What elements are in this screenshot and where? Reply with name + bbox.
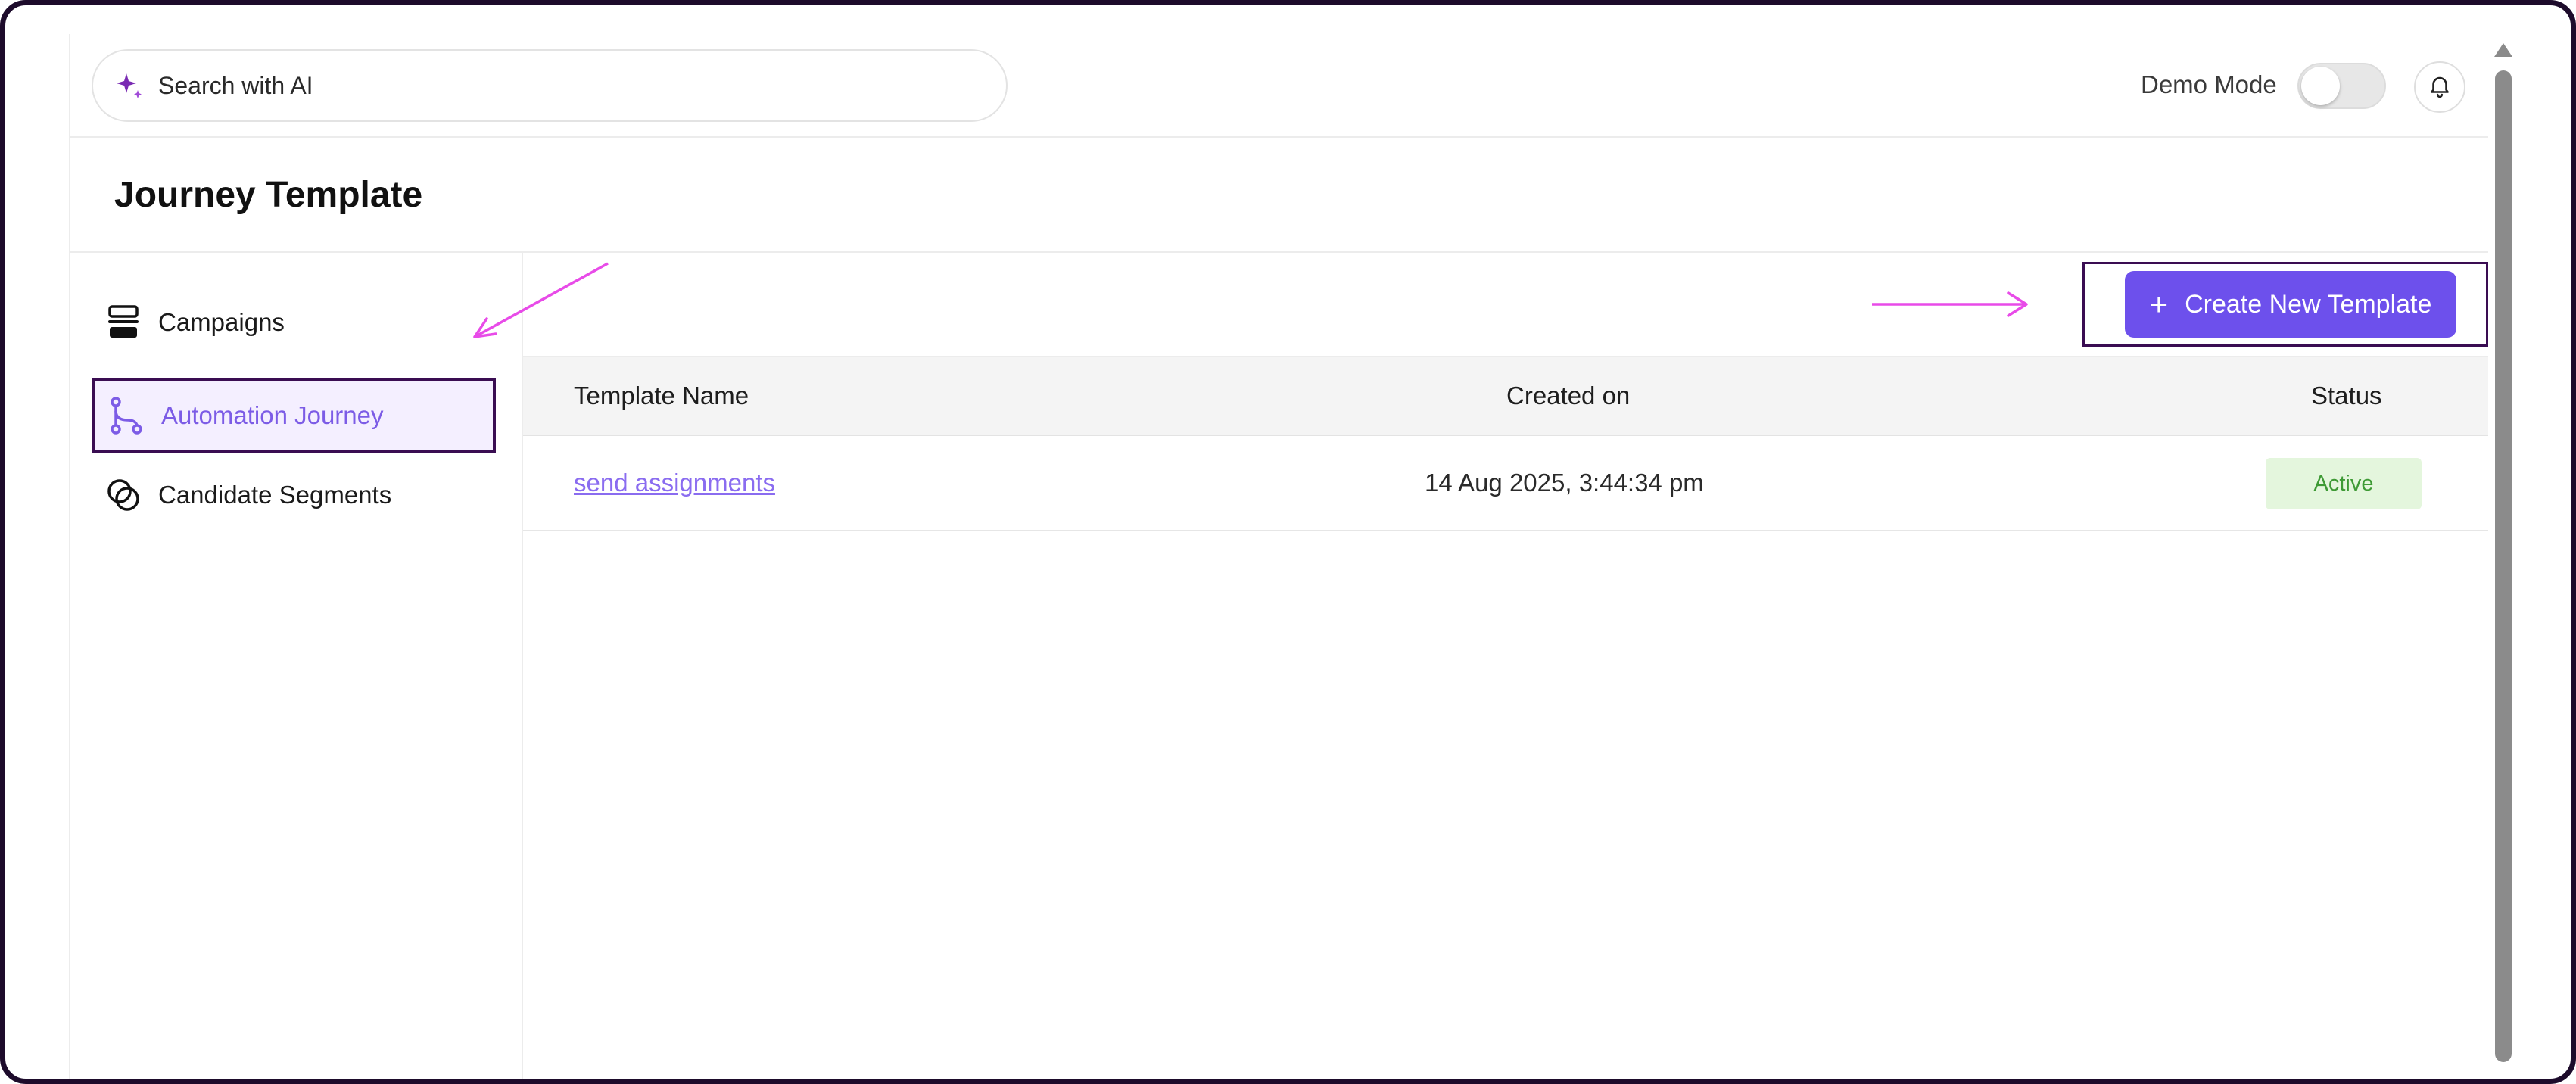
sidebar-item-label: Candidate Segments — [158, 481, 392, 509]
annotation-arrow-right — [1872, 291, 2028, 317]
sidebar-item-candidate-segments[interactable]: Candidate Segments — [92, 457, 496, 533]
toggle-knob — [2301, 67, 2340, 105]
column-header-template-name: Template Name — [574, 382, 749, 410]
sidebar-item-label: Automation Journey — [161, 401, 384, 429]
column-header-created-on: Created on — [1506, 382, 1631, 410]
plus-icon: + — [2149, 286, 2169, 322]
sidebar-item-automation-journey[interactable]: Automation Journey — [92, 378, 496, 453]
segments-icon — [105, 477, 142, 513]
status-badge: Active — [2266, 458, 2422, 509]
page-title: Journey Template — [114, 175, 423, 215]
create-new-template-button[interactable]: + Create New Template — [2125, 271, 2456, 338]
column-header-status: Status — [2311, 382, 2382, 410]
annotation-arrow-left — [473, 262, 609, 338]
created-on-cell: 14 Aug 2025, 3:44:34 pm — [1425, 469, 1704, 497]
main-content: + Create New Template Template Name Crea… — [523, 253, 2488, 1079]
app-container: Search with AI Demo Mode Journey Templat… — [69, 34, 2488, 1079]
campaigns-icon — [105, 304, 142, 341]
demo-mode-toggle[interactable] — [2297, 63, 2386, 109]
demo-mode-label: Demo Mode — [2141, 70, 2277, 98]
search-placeholder: Search with AI — [158, 71, 313, 99]
table-header: Template Name Created on Status — [523, 356, 2488, 436]
top-bar: Search with AI Demo Mode — [70, 34, 2488, 138]
ai-search-bar[interactable]: Search with AI — [92, 49, 1008, 122]
page-header: Journey Template — [70, 138, 2488, 253]
window-frame: Search with AI Demo Mode Journey Templat… — [0, 0, 2576, 1084]
scrollbar-thumb[interactable] — [2495, 70, 2512, 1062]
create-button-label: Create New Template — [2185, 289, 2432, 319]
sidebar-item-campaigns[interactable]: Campaigns — [92, 285, 496, 360]
table-row: send assignments 14 Aug 2025, 3:44:34 pm… — [523, 436, 2488, 531]
ai-sparkle-icon — [114, 70, 145, 101]
bell-icon — [2427, 73, 2453, 102]
journey-branch-icon — [108, 397, 145, 435]
sidebar-item-label: Campaigns — [158, 308, 285, 336]
sidebar: Campaigns Automation Journey Candidate S… — [70, 253, 523, 1079]
notifications-button[interactable] — [2414, 61, 2465, 113]
template-name-link[interactable]: send assignments — [574, 469, 775, 497]
scroll-up-arrow-icon[interactable] — [2494, 43, 2512, 57]
